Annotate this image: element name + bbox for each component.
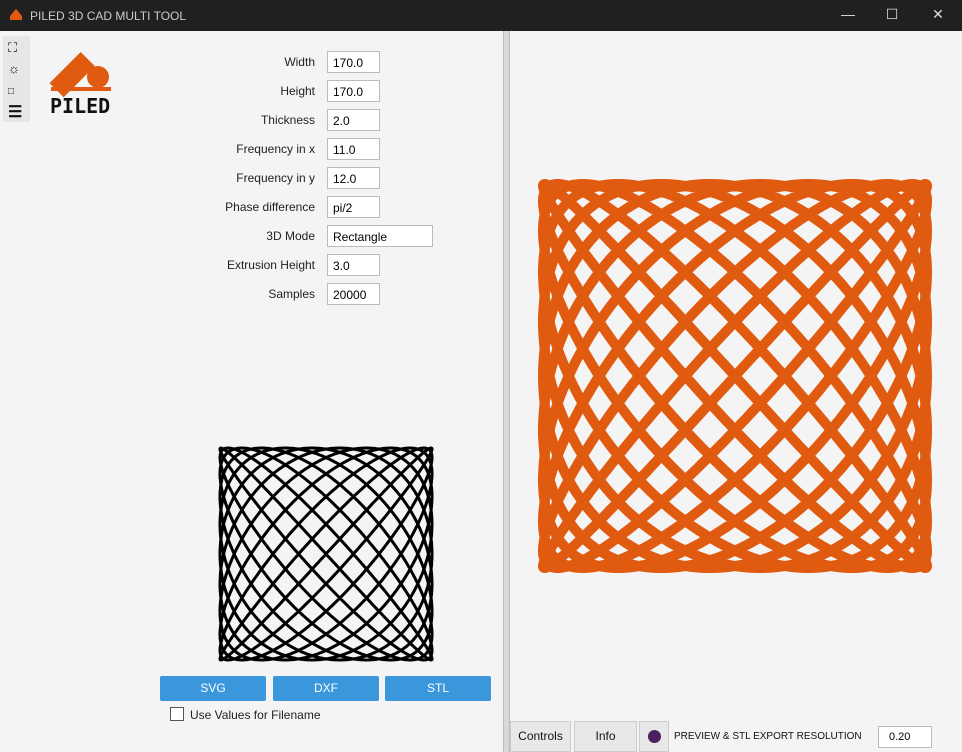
field-input[interactable]: pi/2 (327, 196, 380, 218)
panel-splitter[interactable] (503, 31, 510, 752)
color-button[interactable] (639, 721, 669, 752)
toolbar: ⛶ ☼ □ ☰ (3, 36, 30, 122)
left-panel: ⛶ ☼ □ ☰ PILED Width 170.0 Height 170.0 Thick… (0, 31, 503, 752)
form-row: Samples 20000 (150, 283, 450, 305)
logo-text: PILED (50, 94, 110, 117)
filename-checkbox[interactable] (170, 707, 184, 721)
form-row: Phase difference pi/2 (150, 196, 450, 218)
maximize-button[interactable]: ☐ (882, 6, 902, 23)
fullscreen-icon[interactable]: ⛶ (8, 40, 17, 56)
lissajous-curve (218, 446, 434, 662)
minimize-button[interactable]: — (838, 6, 858, 22)
piled-logo: PILED (49, 52, 111, 117)
form-row: Frequency in y 12.0 (150, 167, 450, 189)
menu-icon[interactable]: ☰ (8, 102, 22, 122)
lissajous-curve (538, 179, 932, 573)
field-label: Phase difference (225, 200, 315, 214)
resolution-input[interactable]: 0.20 (878, 726, 932, 748)
3d-view-panel: Controls Info PREVIEW & STL EXPORT RESOL… (510, 31, 962, 752)
color-swatch-icon (647, 730, 661, 744)
form-row: Frequency in x 11.0 (150, 138, 450, 160)
field-input[interactable]: Rectangle (327, 225, 433, 247)
2d-preview (218, 446, 434, 662)
controls-button[interactable]: Controls (510, 721, 571, 752)
3d-preview[interactable] (535, 176, 935, 576)
field-label: Extrusion Height (226, 258, 315, 272)
export-svg-button[interactable]: SVG (160, 676, 266, 701)
field-input[interactable]: 11.0 (327, 138, 380, 160)
field-input[interactable]: 12.0 (327, 167, 380, 189)
form-row: Height 170.0 (150, 80, 450, 102)
field-label: Height (280, 84, 315, 98)
export-stl-button[interactable]: STL (385, 676, 491, 701)
form-row: Width 170.0 (150, 51, 450, 73)
field-label: Frequency in x (236, 142, 315, 156)
export-dxf-button[interactable]: DXF (273, 676, 379, 701)
form-row: Thickness 2.0 (150, 109, 450, 131)
resolution-label: PREVIEW & STL EXPORT RESOLUTION (674, 731, 862, 742)
field-label: Samples (268, 287, 315, 301)
form-row: Extrusion Height 3.0 (150, 254, 450, 276)
field-label: Thickness (260, 113, 315, 127)
form-row: 3D Mode Rectangle (150, 225, 450, 247)
field-input[interactable]: 3.0 (327, 254, 380, 276)
filename-checkbox-label: Use Values for Filename (190, 708, 321, 722)
title-bar: PILED 3D CAD MULTI TOOL — ☐ ✕ (0, 0, 962, 31)
window-title: PILED 3D CAD MULTI TOOL (30, 9, 187, 23)
square-icon[interactable]: □ (8, 86, 14, 97)
settings-icon[interactable]: ☼ (8, 61, 20, 76)
field-input[interactable]: 2.0 (327, 109, 380, 131)
close-button[interactable]: ✕ (928, 6, 948, 23)
field-input[interactable]: 20000 (327, 283, 380, 305)
field-label: Frequency in y (236, 171, 315, 185)
field-label: Width (284, 55, 315, 69)
app-icon (10, 9, 22, 20)
field-label: 3D Mode (266, 229, 315, 243)
info-button[interactable]: Info (574, 721, 637, 752)
field-input[interactable]: 170.0 (327, 51, 380, 73)
field-input[interactable]: 170.0 (327, 80, 380, 102)
